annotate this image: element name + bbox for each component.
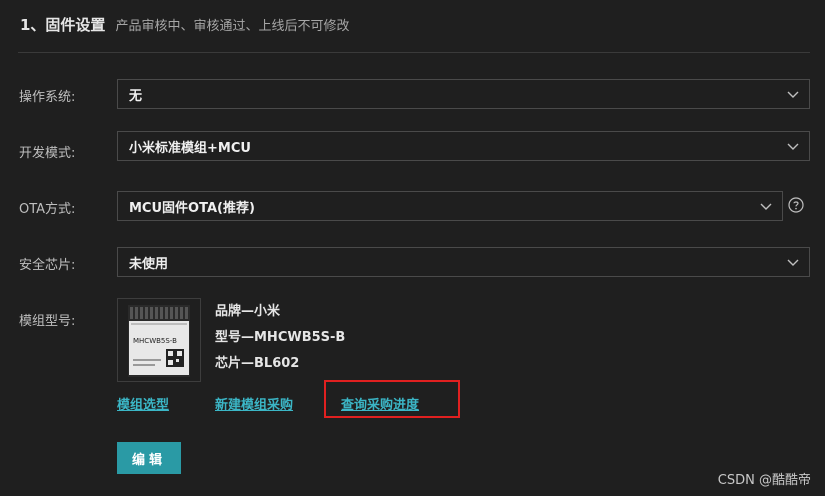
security-chip-select-value: 未使用 xyxy=(129,256,169,272)
module-image: MHCWB5S-B xyxy=(117,298,201,382)
edit-button[interactable]: 编辑 xyxy=(117,442,181,474)
dev-mode-select-value: 小米标准模组+MCU xyxy=(129,140,251,156)
ota-select[interactable]: MCU固件OTA(推荐) xyxy=(117,191,783,221)
watermark: CSDN @酷酷帝 xyxy=(717,473,811,488)
section-subtitle: 产品审核中、审核通过、上线后不可修改 xyxy=(115,19,350,34)
os-label: 操作系统: xyxy=(19,90,76,105)
dev-mode-select[interactable]: 小米标准模组+MCU xyxy=(117,131,810,161)
security-chip-label: 安全芯片: xyxy=(19,258,76,273)
module-image-text: MHCWB5S-B xyxy=(133,337,177,345)
question-circle-icon[interactable] xyxy=(788,197,804,213)
chevron-down-icon xyxy=(787,91,799,98)
module-chip-image: MHCWB5S-B xyxy=(128,305,190,377)
module-chip: 芯片—BL602 xyxy=(215,356,300,371)
chevron-down-icon xyxy=(787,259,799,266)
divider xyxy=(18,52,810,53)
section-title: 1、固件设置 xyxy=(20,16,106,34)
select-module-link[interactable]: 模组选型 xyxy=(117,394,169,413)
os-select-value: 无 xyxy=(129,88,143,104)
section-header: 1、固件设置 产品审核中、审核通过、上线后不可修改 xyxy=(20,14,349,35)
new-purchase-link[interactable]: 新建模组采购 xyxy=(215,394,293,413)
highlight-box xyxy=(324,380,460,418)
ota-label: OTA方式: xyxy=(19,202,76,217)
chevron-down-icon xyxy=(787,143,799,150)
chevron-down-icon xyxy=(760,203,772,210)
os-select[interactable]: 无 xyxy=(117,79,810,109)
ota-select-value: MCU固件OTA(推荐) xyxy=(129,200,255,216)
dev-mode-label: 开发模式: xyxy=(19,146,76,161)
module-model: 型号—MHCWB5S-B xyxy=(215,330,346,345)
module-brand: 品牌—小米 xyxy=(215,304,281,319)
module-label: 模组型号: xyxy=(19,314,76,329)
security-chip-select[interactable]: 未使用 xyxy=(117,247,810,277)
